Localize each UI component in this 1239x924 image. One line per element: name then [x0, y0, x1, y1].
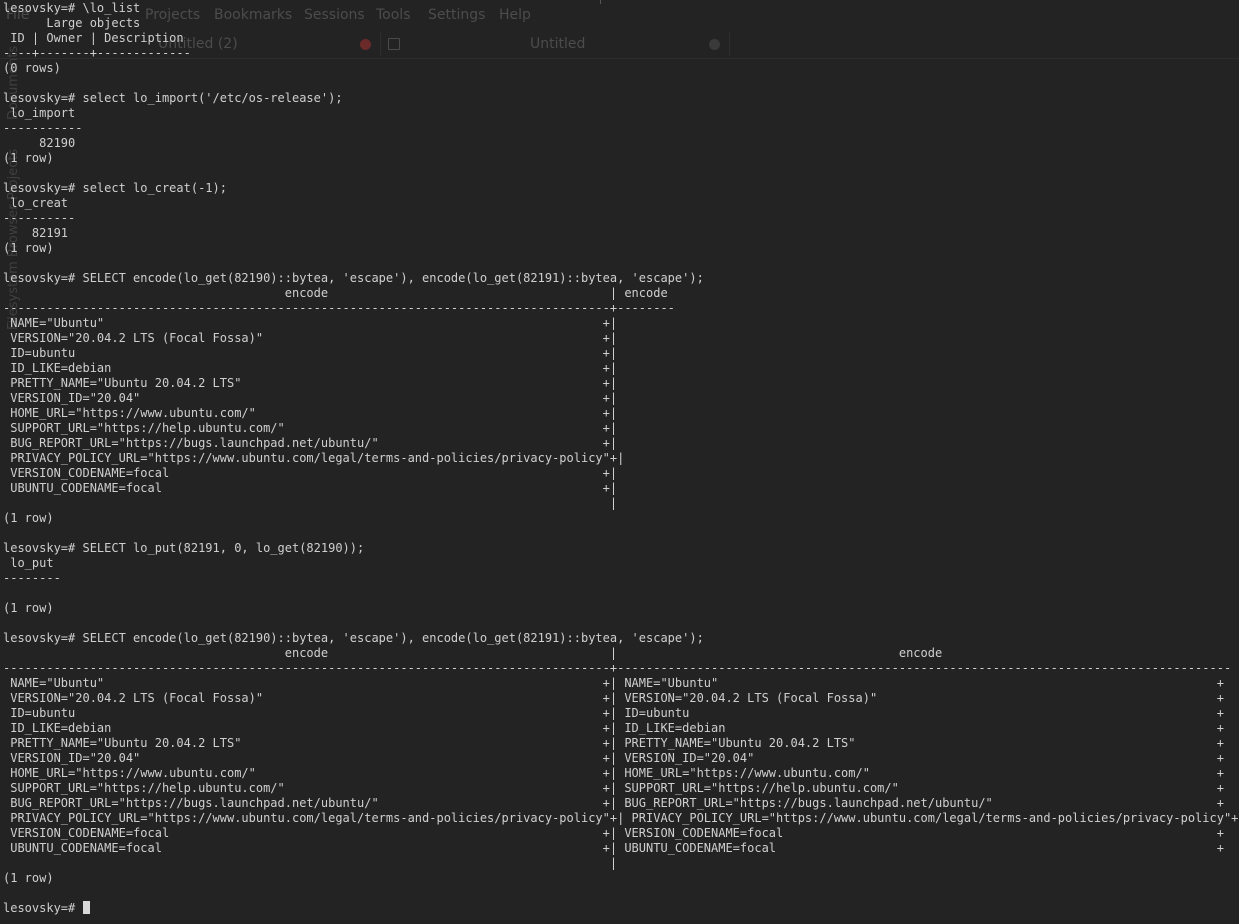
terminal-line: ID=ubuntu +| [3, 346, 618, 360]
terminal-line: PRIVACY_POLICY_URL="https://www.ubuntu.c… [3, 811, 1239, 825]
terminal-line: 82191 [3, 226, 69, 240]
terminal-line: Large objects [3, 16, 141, 30]
terminal-line: lo_put [3, 556, 54, 570]
terminal-line: UBUNTU_CODENAME=focal +| UBUNTU_CODENAME… [3, 841, 1224, 855]
terminal-line: lo_import [3, 106, 76, 120]
terminal-output[interactable]: lesovsky=# \lo_list Large objects ID | O… [3, 1, 1238, 916]
terminal-line: ID_LIKE=debian +| ID_LIKE=debian + [3, 721, 1224, 735]
terminal-line: ----+-------+------------- [3, 46, 191, 60]
terminal-line: VERSION="20.04.2 LTS (Focal Fossa)" +| [3, 331, 618, 345]
terminal-line: lesovsky=# SELECT encode(lo_get(82190)::… [3, 271, 704, 285]
terminal-line: VERSION_CODENAME=focal +| [3, 466, 618, 480]
terminal-prompt[interactable]: lesovsky=# [3, 901, 1238, 916]
terminal-line: VERSION_ID="20.04" +| VERSION_ID="20.04"… [3, 751, 1224, 765]
terminal-line: lesovsky=# SELECT lo_put(82191, 0, lo_ge… [3, 541, 365, 555]
terminal-line: HOME_URL="https://www.ubuntu.com/" +| HO… [3, 766, 1224, 780]
terminal-line: BUG_REPORT_URL="https://bugs.launchpad.n… [3, 436, 618, 450]
terminal-line: ID=ubuntu +| ID=ubuntu + [3, 706, 1224, 720]
terminal-line: encode | encode [3, 646, 943, 660]
terminal-line: BUG_REPORT_URL="https://bugs.launchpad.n… [3, 796, 1224, 810]
terminal-line: (0 rows) [3, 61, 61, 75]
terminal-line: (1 row) [3, 511, 54, 525]
terminal-line: PRIVACY_POLICY_URL="https://www.ubuntu.c… [3, 451, 625, 465]
terminal-line: ----------- [3, 121, 83, 135]
terminal-line: ID_LIKE=debian +| [3, 361, 618, 375]
terminal-line: ---------- [3, 211, 76, 225]
terminal-line: ID | Owner | Description [3, 31, 184, 45]
terminal-line: lesovsky=# \lo_list [3, 1, 141, 15]
terminal-line: ----------------------------------------… [3, 661, 1232, 675]
terminal-line: (1 row) [3, 151, 54, 165]
terminal-line: encode | encode [3, 286, 668, 300]
terminal-line: (1 row) [3, 871, 54, 885]
terminal-line: | [3, 856, 618, 870]
terminal-line: lesovsky=# select lo_import('/etc/os-rel… [3, 91, 343, 105]
terminal-line: 82190 [3, 136, 76, 150]
terminal-line: PRETTY_NAME="Ubuntu 20.04.2 LTS" +| [3, 376, 618, 390]
terminal-line: lesovsky=# SELECT encode(lo_get(82190)::… [3, 631, 704, 645]
terminal-line: lesovsky=# select lo_creat(-1); [3, 181, 227, 195]
terminal-line: (1 row) [3, 601, 54, 615]
terminal-line: ----------------------------------------… [3, 301, 675, 315]
terminal-line: PRETTY_NAME="Ubuntu 20.04.2 LTS" +| PRET… [3, 736, 1224, 750]
terminal-line: VERSION_CODENAME=focal +| VERSION_CODENA… [3, 826, 1224, 840]
terminal-line: VERSION_ID="20.04" +| [3, 391, 618, 405]
terminal-line: NAME="Ubuntu" +| NAME="Ubuntu" + [3, 676, 1224, 690]
prompt-text: lesovsky=# [3, 901, 83, 915]
terminal-line: SUPPORT_URL="https://help.ubuntu.com/" +… [3, 421, 618, 435]
terminal-line: | [3, 496, 618, 510]
text-cursor [83, 901, 91, 914]
terminal-line: lo_creat [3, 196, 69, 210]
terminal-line: NAME="Ubuntu" +| [3, 316, 618, 330]
terminal-line: -------- [3, 571, 61, 585]
terminal-line: SUPPORT_URL="https://help.ubuntu.com/" +… [3, 781, 1224, 795]
terminal-line: VERSION="20.04.2 LTS (Focal Fossa)" +| V… [3, 691, 1224, 705]
terminal-line: UBUNTU_CODENAME=focal +| [3, 481, 618, 495]
terminal-line: HOME_URL="https://www.ubuntu.com/" +| [3, 406, 618, 420]
terminal-line: (1 row) [3, 241, 54, 255]
